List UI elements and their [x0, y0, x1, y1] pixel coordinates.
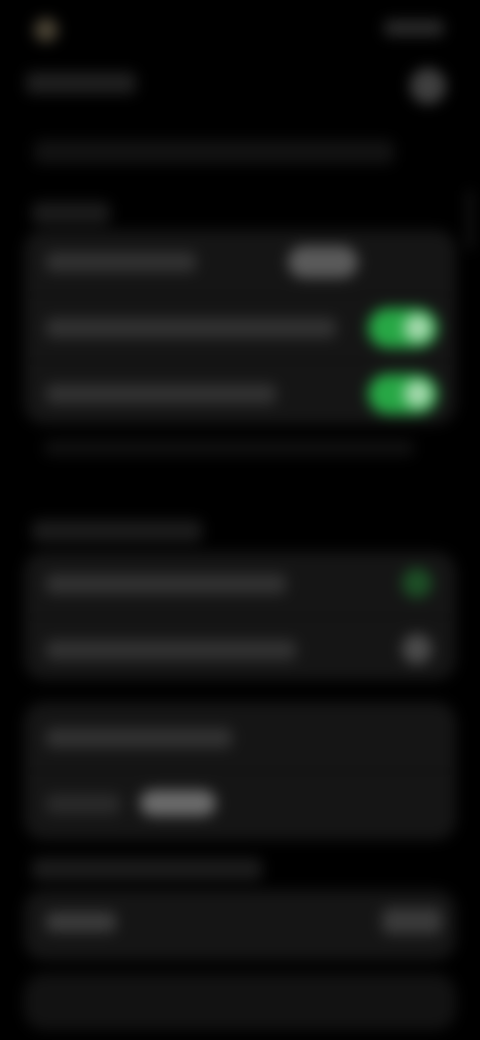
settings-row[interactable] [24, 230, 456, 294]
settings-row[interactable] [24, 296, 456, 360]
row-label [46, 794, 120, 814]
action-button[interactable] [382, 908, 442, 934]
settings-row[interactable] [24, 706, 456, 770]
status-dot-grey [402, 634, 432, 664]
row-label [46, 640, 296, 660]
scrollbar[interactable] [468, 190, 472, 250]
value-chip[interactable] [140, 790, 216, 816]
status-icon [34, 18, 58, 42]
section-title-4 [32, 858, 262, 880]
row-label [46, 912, 116, 932]
status-bar [0, 14, 480, 42]
settings-row[interactable] [24, 772, 456, 836]
status-dot-green [402, 568, 432, 598]
value-pill[interactable] [288, 246, 358, 278]
section-title-1 [32, 202, 110, 224]
toggle-switch[interactable] [368, 308, 438, 348]
status-left [34, 18, 124, 42]
settings-card-3 [24, 702, 456, 840]
page-title [26, 72, 136, 94]
row-label [46, 574, 286, 594]
toggle-switch[interactable] [368, 374, 438, 414]
avatar[interactable] [410, 68, 446, 104]
notice-text [34, 140, 394, 164]
settings-row[interactable] [24, 890, 456, 954]
header [0, 62, 480, 112]
blurred-settings-screen [0, 0, 480, 1040]
settings-row[interactable] [24, 552, 456, 616]
settings-card-4 [24, 890, 456, 960]
row-label [46, 318, 336, 338]
section-title-2 [32, 520, 202, 542]
row-label [46, 252, 196, 272]
settings-row[interactable] [24, 362, 456, 426]
settings-card-5 [24, 974, 456, 1030]
settings-card-2 [24, 552, 456, 680]
status-icons [384, 20, 444, 36]
footnote [44, 440, 414, 456]
settings-card-1 [24, 230, 456, 424]
settings-row[interactable] [24, 618, 456, 682]
row-label [46, 384, 276, 404]
row-label [46, 728, 232, 748]
